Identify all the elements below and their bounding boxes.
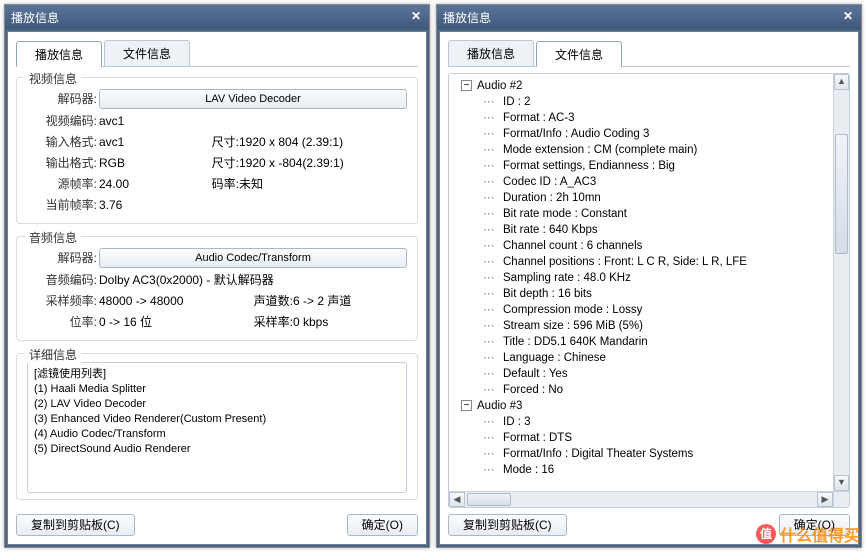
footer: 复制到剪贴板(C) 确定(O): [16, 514, 418, 536]
tree-item[interactable]: ⋯ID : 3: [453, 414, 849, 430]
video-decoder-button[interactable]: LAV Video Decoder: [99, 89, 407, 109]
window-body: 播放信息 文件信息 视频信息 解码器: LAV Video Decoder 视频…: [7, 31, 427, 545]
video-decoder-label: 解码器:: [27, 90, 97, 108]
size-label: 尺寸:: [199, 133, 239, 151]
footer: 复制到剪贴板(C) 确定(O): [448, 514, 850, 536]
tree-item[interactable]: ⋯Sampling rate : 48.0 KHz: [453, 270, 849, 286]
window-title: 播放信息: [443, 9, 841, 26]
close-icon[interactable]: ✕: [409, 10, 423, 24]
video-codec-label: 视频编码:: [27, 112, 97, 130]
tree-item[interactable]: ⋯Codec ID : A_AC3: [453, 174, 849, 190]
tab-playback-info[interactable]: 播放信息: [448, 40, 534, 66]
samplerate-label: 采样率:: [239, 313, 293, 331]
tree-item[interactable]: ⋯Title : DD5.1 640K Mandarin: [453, 334, 849, 350]
tree-item[interactable]: ⋯Mode : 16: [453, 462, 849, 478]
tree-item[interactable]: ⋯Channel positions : Front: L C R, Side:…: [453, 254, 849, 270]
ok-button[interactable]: 确定(O): [779, 514, 850, 536]
copy-clipboard-button[interactable]: 复制到剪贴板(C): [448, 514, 567, 536]
bitrate-label: 码率:: [199, 175, 239, 193]
tree-item[interactable]: ⋯Bit rate : 640 Kbps: [453, 222, 849, 238]
channels-value: 6 -> 2 声道: [293, 292, 407, 310]
tree-item[interactable]: ⋯Stream size : 596 MiB (5%): [453, 318, 849, 334]
titlebar[interactable]: 播放信息 ✕: [437, 5, 861, 29]
audio-decoder-label: 解码器:: [27, 249, 97, 267]
tree-item[interactable]: ⋯Default : Yes: [453, 366, 849, 382]
group-legend: 详细信息: [25, 346, 81, 363]
collapse-icon[interactable]: −: [461, 80, 472, 91]
close-icon[interactable]: ✕: [841, 10, 855, 24]
scroll-corner: [833, 491, 849, 507]
samplerate-value: 0 kbps: [293, 313, 407, 331]
playback-info-window-left: 播放信息 ✕ 播放信息 文件信息 视频信息 解码器: LAV Video Dec…: [4, 4, 430, 548]
tabs: 播放信息 文件信息: [16, 40, 418, 67]
window-title: 播放信息: [11, 9, 409, 26]
scroll-thumb[interactable]: [835, 134, 848, 254]
channels-label: 声道数:: [239, 292, 293, 310]
scroll-left-icon[interactable]: ◀: [449, 492, 465, 507]
audio-info-group: 音频信息 解码器: Audio Codec/Transform 音频编码: Do…: [16, 236, 418, 341]
tree-item[interactable]: ⋯Language : Chinese: [453, 350, 849, 366]
current-fps-value: 3.76: [99, 196, 407, 214]
scroll-up-icon[interactable]: ▲: [834, 74, 849, 90]
group-legend: 视频信息: [25, 70, 81, 87]
tree-item[interactable]: ⋯ID : 2: [453, 94, 849, 110]
tree-item[interactable]: ⋯Channel count : 6 channels: [453, 238, 849, 254]
source-fps-label: 源帧率:: [27, 175, 97, 193]
tree-item[interactable]: ⋯Format/Info : Audio Coding 3: [453, 126, 849, 142]
titlebar[interactable]: 播放信息 ✕: [5, 5, 429, 29]
scroll-down-icon[interactable]: ▼: [834, 475, 849, 491]
video-info-group: 视频信息 解码器: LAV Video Decoder 视频编码: avc1 输…: [16, 77, 418, 224]
scroll-right-icon[interactable]: ▶: [817, 492, 833, 507]
tree-item[interactable]: ⋯Format/Info : Digital Theater Systems: [453, 446, 849, 462]
horizontal-scrollbar[interactable]: ◀ ▶: [449, 491, 833, 507]
group-legend: 音频信息: [25, 229, 81, 246]
playback-info-window-right: 播放信息 ✕ 播放信息 文件信息 −Audio #2⋯ID : 2⋯Format…: [436, 4, 862, 548]
tab-file-info[interactable]: 文件信息: [104, 40, 190, 66]
tree-item[interactable]: ⋯Format : AC-3: [453, 110, 849, 126]
vertical-scrollbar[interactable]: ▲ ▼: [833, 74, 849, 491]
tree-node[interactable]: −Audio #3: [453, 398, 849, 414]
copy-clipboard-button[interactable]: 复制到剪贴板(C): [16, 514, 135, 536]
tree-item[interactable]: ⋯Format settings, Endianness : Big: [453, 158, 849, 174]
bitdepth-value: 0 -> 16 位: [99, 313, 219, 331]
scroll-thumb[interactable]: [467, 493, 511, 506]
size-label: 尺寸:: [199, 154, 239, 172]
tabs: 播放信息 文件信息: [448, 40, 850, 67]
tree-item[interactable]: ⋯Bit rate mode : Constant: [453, 206, 849, 222]
tree-item[interactable]: ⋯Duration : 2h 10mn: [453, 190, 849, 206]
tab-file-info[interactable]: 文件信息: [536, 41, 622, 67]
current-fps-label: 当前帧率:: [27, 196, 97, 214]
tab-playback-info[interactable]: 播放信息: [16, 41, 102, 67]
output-format-label: 输出格式:: [27, 154, 97, 172]
audio-codec-value: Dolby AC3(0x2000) - 默认解码器: [99, 271, 407, 289]
tree-item[interactable]: ⋯Bit depth : 16 bits: [453, 286, 849, 302]
tree-item[interactable]: ⋯Forced : No: [453, 382, 849, 398]
source-fps-value: 24.00: [99, 175, 179, 193]
output-size-value: 1920 x -804(2.39:1): [239, 154, 407, 172]
sample-freq-label: 采样频率:: [27, 292, 97, 310]
audio-codec-label: 音频编码:: [27, 271, 97, 289]
input-size-value: 1920 x 804 (2.39:1): [239, 133, 407, 151]
input-format-value: avc1: [99, 133, 179, 151]
ok-button[interactable]: 确定(O): [347, 514, 418, 536]
tree-item[interactable]: ⋯Format : DTS: [453, 430, 849, 446]
details-group: 详细信息 [滤镜使用列表] (1) Haali Media Splitter (…: [16, 353, 418, 500]
filter-list-text[interactable]: [滤镜使用列表] (1) Haali Media Splitter (2) LA…: [27, 362, 407, 493]
window-body: 播放信息 文件信息 −Audio #2⋯ID : 2⋯Format : AC-3…: [439, 31, 859, 545]
bitrate-value: 未知: [239, 175, 407, 193]
sample-freq-value: 48000 -> 48000: [99, 292, 219, 310]
input-format-label: 输入格式:: [27, 133, 97, 151]
tree-item[interactable]: ⋯Compression mode : Lossy: [453, 302, 849, 318]
collapse-icon[interactable]: −: [461, 400, 472, 411]
output-format-value: RGB: [99, 154, 179, 172]
tree-node[interactable]: −Audio #2: [453, 78, 849, 94]
audio-decoder-button[interactable]: Audio Codec/Transform: [99, 248, 407, 268]
video-codec-value: avc1: [99, 112, 407, 130]
bitdepth-label: 位率:: [27, 313, 97, 331]
tree-item[interactable]: ⋯Mode extension : CM (complete main): [453, 142, 849, 158]
file-info-tree[interactable]: −Audio #2⋯ID : 2⋯Format : AC-3⋯Format/In…: [448, 73, 850, 508]
